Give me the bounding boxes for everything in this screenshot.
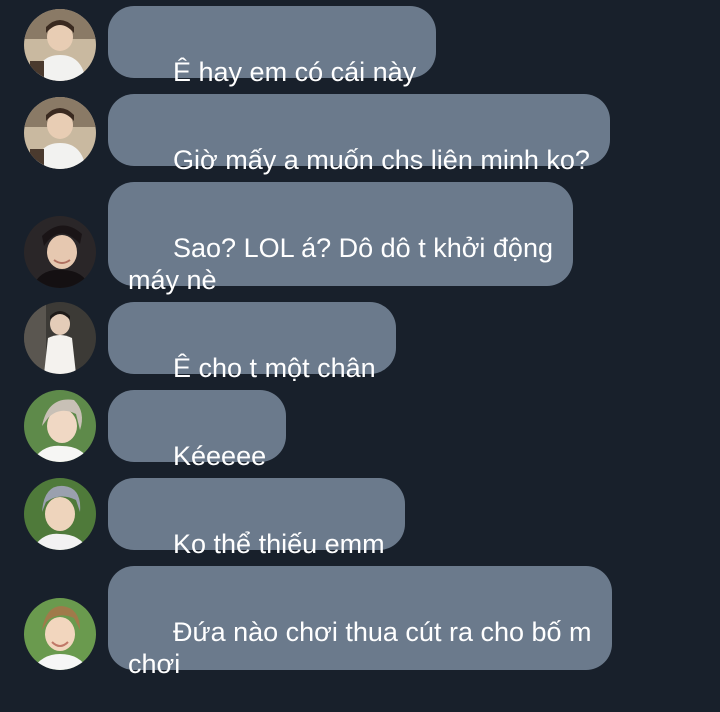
message-row: Ê cho t một chân <box>0 302 720 383</box>
avatar[interactable] <box>24 97 96 169</box>
avatar[interactable] <box>24 390 96 462</box>
message-row: Sao? LOL á? Dô dô t khởi động máy nè <box>0 182 720 295</box>
message-text: Sao? LOL á? Dô dô t khởi động máy nè <box>128 233 553 295</box>
message-bubble: Giờ mấy a muốn chs liên minh ko? <box>108 94 610 175</box>
message-text: Giờ mấy a muốn chs liên minh ko? <box>173 145 590 175</box>
avatar-photo-icon <box>24 598 96 670</box>
message-row: Đứa nào chơi thua cút ra cho bố m chơi <box>0 566 720 679</box>
message-bubble: Ê cho t một chân <box>108 302 396 383</box>
message-bubble: Kéeeee <box>108 390 287 471</box>
chat-thread: Ê hay em có cái này Giờ mấy a muốn chs l… <box>0 0 720 679</box>
avatar-photo-icon <box>24 9 96 81</box>
avatar-photo-icon <box>24 216 96 288</box>
message-row: Ê hay em có cái này <box>0 6 720 87</box>
avatar[interactable] <box>24 302 96 374</box>
avatar[interactable] <box>24 478 96 550</box>
message-bubble: Ko thể thiếu emm <box>108 478 405 559</box>
message-text: Ko thể thiếu emm <box>173 529 385 559</box>
avatar[interactable] <box>24 216 96 288</box>
message-text: Ê hay em có cái này <box>173 57 417 87</box>
message-text: Đứa nào chơi thua cút ra cho bố m chơi <box>128 617 592 679</box>
avatar-photo-icon <box>24 302 96 374</box>
avatar-photo-icon <box>24 390 96 462</box>
message-bubble: Ê hay em có cái này <box>108 6 437 87</box>
avatar[interactable] <box>24 9 96 81</box>
message-row: Kéeeee <box>0 390 720 471</box>
message-row: Ko thể thiếu emm <box>0 478 720 559</box>
message-row: Giờ mấy a muốn chs liên minh ko? <box>0 94 720 175</box>
message-bubble: Đứa nào chơi thua cút ra cho bố m chơi <box>108 566 612 679</box>
avatar-photo-icon <box>24 97 96 169</box>
avatar[interactable] <box>24 598 96 670</box>
message-text: Ê cho t một chân <box>173 353 376 383</box>
message-bubble: Sao? LOL á? Dô dô t khởi động máy nè <box>108 182 573 295</box>
avatar-photo-icon <box>24 478 96 550</box>
message-text: Kéeeee <box>173 441 267 471</box>
